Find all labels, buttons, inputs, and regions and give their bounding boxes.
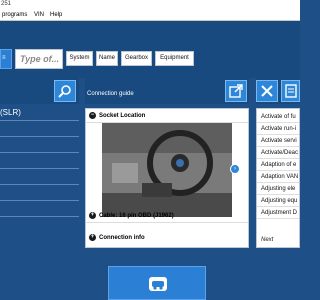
- menu-item-help[interactable]: Help: [50, 9, 62, 20]
- menu-bar: programs VIN Help: [0, 9, 300, 21]
- car-icon: [149, 277, 167, 291]
- expand-icon: +: [89, 211, 96, 219]
- cable-row[interactable]: + Cable: 16 pin OBD (J1962): [86, 209, 248, 223]
- next-photo-button[interactable]: ›: [230, 164, 240, 174]
- socket-location-photo: [102, 123, 232, 217]
- document-icon: [285, 84, 297, 98]
- function-item[interactable]: Adaption VAN: [257, 171, 299, 183]
- function-item[interactable]: Activate servi: [257, 135, 299, 147]
- connection-guide-title: Connection guide: [87, 91, 134, 97]
- connection-info-row[interactable]: + Connection info: [86, 231, 248, 245]
- socket-location-row[interactable]: − Socket Location: [86, 109, 248, 123]
- function-item[interactable]: Activate of fu: [257, 111, 299, 123]
- document-button[interactable]: [281, 80, 300, 102]
- function-item[interactable]: Activate/Deac: [257, 147, 299, 159]
- list-divider: [0, 168, 79, 169]
- search-button[interactable]: [54, 80, 76, 102]
- menu-toggle-button[interactable]: ≡: [0, 49, 12, 69]
- connection-info-label: Connection info: [99, 235, 145, 241]
- function-item[interactable]: Activate run-i: [257, 123, 299, 135]
- list-divider: [0, 120, 79, 121]
- function-item[interactable]: Adaption of e: [257, 159, 299, 171]
- filter-name-button[interactable]: Name: [96, 51, 118, 66]
- search-icon: [58, 85, 71, 98]
- left-list-panel: [0, 104, 79, 234]
- tools-button[interactable]: [256, 80, 278, 102]
- function-item[interactable]: Adjusting ele: [257, 183, 299, 195]
- open-external-icon: [229, 84, 243, 98]
- function-item[interactable]: Adjustment D: [257, 207, 299, 219]
- expand-icon: +: [89, 233, 96, 241]
- list-divider: [0, 136, 79, 137]
- filter-system-button[interactable]: System: [66, 51, 93, 66]
- dashboard-image: [102, 123, 232, 217]
- window-title-bar: 251: [0, 0, 300, 9]
- list-divider: [0, 216, 79, 217]
- connection-guide-panel: − Socket Location › + Cable: 16 pin OBD (J…: [85, 108, 249, 248]
- search-input[interactable]: Type of...: [15, 49, 63, 69]
- collapse-icon: −: [89, 111, 96, 119]
- list-divider: [0, 152, 79, 153]
- menu-item-vin[interactable]: VIN: [34, 9, 44, 20]
- cable-label: Cable: 16 pin OBD (J1962): [99, 213, 174, 219]
- open-external-button[interactable]: [225, 80, 247, 102]
- tools-icon: [261, 85, 273, 97]
- list-divider: [0, 200, 79, 201]
- vehicle-tile-button[interactable]: [108, 266, 206, 300]
- list-divider: [0, 184, 79, 185]
- functions-list: Activate of fu Activate run-i Activate s…: [256, 108, 300, 248]
- vehicle-model-label: (SLR): [0, 108, 21, 117]
- window-title: 251: [1, 1, 12, 7]
- menu-item-programs[interactable]: programs: [2, 9, 27, 20]
- next-button[interactable]: Next: [261, 237, 273, 243]
- function-item[interactable]: Adjusting equ: [257, 195, 299, 207]
- menu-icon: ≡: [2, 55, 6, 61]
- socket-location-label: Socket Location: [99, 113, 146, 119]
- filter-gearbox-button[interactable]: Gearbox: [121, 51, 152, 66]
- filter-equipment-button[interactable]: Equipment: [155, 51, 194, 66]
